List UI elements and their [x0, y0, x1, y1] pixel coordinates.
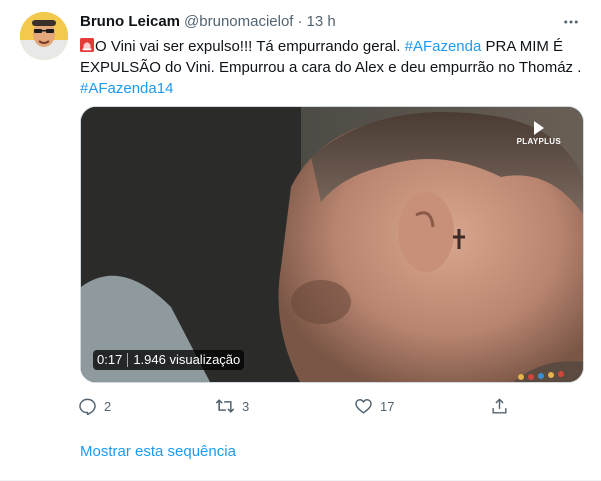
tweet-timestamp[interactable]: 13 h	[306, 12, 335, 32]
tweet-text-line-2: EXPULSÃO do Vini. Empurrou a cara do Ale…	[80, 59, 582, 76]
video-duration: 0:17	[97, 352, 123, 367]
heart-icon	[346, 394, 380, 418]
rotating-light-icon	[80, 38, 94, 52]
tweet-text-line-1: O Vini vai ser expulso!!! Tá empurrando …	[80, 36, 590, 57]
like-button[interactable]: 17	[346, 394, 394, 418]
more-options-icon[interactable]	[561, 12, 581, 32]
avatar-image	[20, 12, 68, 60]
video-player[interactable]: PLAYPLUS 0:17 1.946 visualização	[80, 106, 584, 383]
hashtag-afazenda[interactable]: #AFazenda	[405, 38, 482, 55]
show-thread-link[interactable]: Mostrar esta sequência	[80, 442, 236, 462]
share-button[interactable]	[482, 394, 516, 418]
tweet-text-segment: PRA MIM É	[481, 38, 564, 55]
tweet-text: O Vini vai ser expulso!!! Tá empurrando …	[80, 36, 590, 99]
avatar[interactable]	[20, 12, 68, 60]
tweet-text-line-3: #AFazenda14	[80, 78, 590, 99]
tweet-header: Bruno Leicam @brunomacielof · 13 h	[80, 12, 581, 32]
retweet-button[interactable]: 3	[208, 394, 249, 418]
overlay-divider	[127, 353, 129, 367]
video-views: 1.946 visualização	[133, 352, 241, 367]
play-logo-icon	[533, 121, 544, 135]
share-icon	[482, 394, 516, 418]
hashtag-afazenda14[interactable]: #AFazenda14	[80, 80, 173, 97]
like-count: 17	[380, 398, 395, 414]
separator-dot: ·	[297, 13, 303, 30]
tweet-text-segment: O Vini vai ser expulso!!! Tá empurrando …	[95, 38, 405, 55]
tweet-actions: 2 3 17	[70, 394, 510, 418]
author-handle[interactable]: @brunomacielof	[184, 12, 293, 32]
retweet-icon	[208, 394, 242, 418]
reply-button[interactable]: 2	[70, 394, 111, 418]
reply-count: 2	[104, 398, 112, 414]
author-name[interactable]: Bruno Leicam	[80, 12, 180, 32]
playplus-watermark: PLAYPLUS	[517, 121, 561, 147]
video-frame	[81, 107, 583, 382]
watermark-label: PLAYPLUS	[516, 137, 561, 146]
video-info-overlay: 0:17 1.946 visualização	[93, 350, 245, 370]
reply-icon	[70, 394, 104, 418]
retweet-count: 3	[242, 398, 250, 414]
tweet-card[interactable]: Bruno Leicam @brunomacielof · 13 h O Vin…	[0, 0, 601, 481]
